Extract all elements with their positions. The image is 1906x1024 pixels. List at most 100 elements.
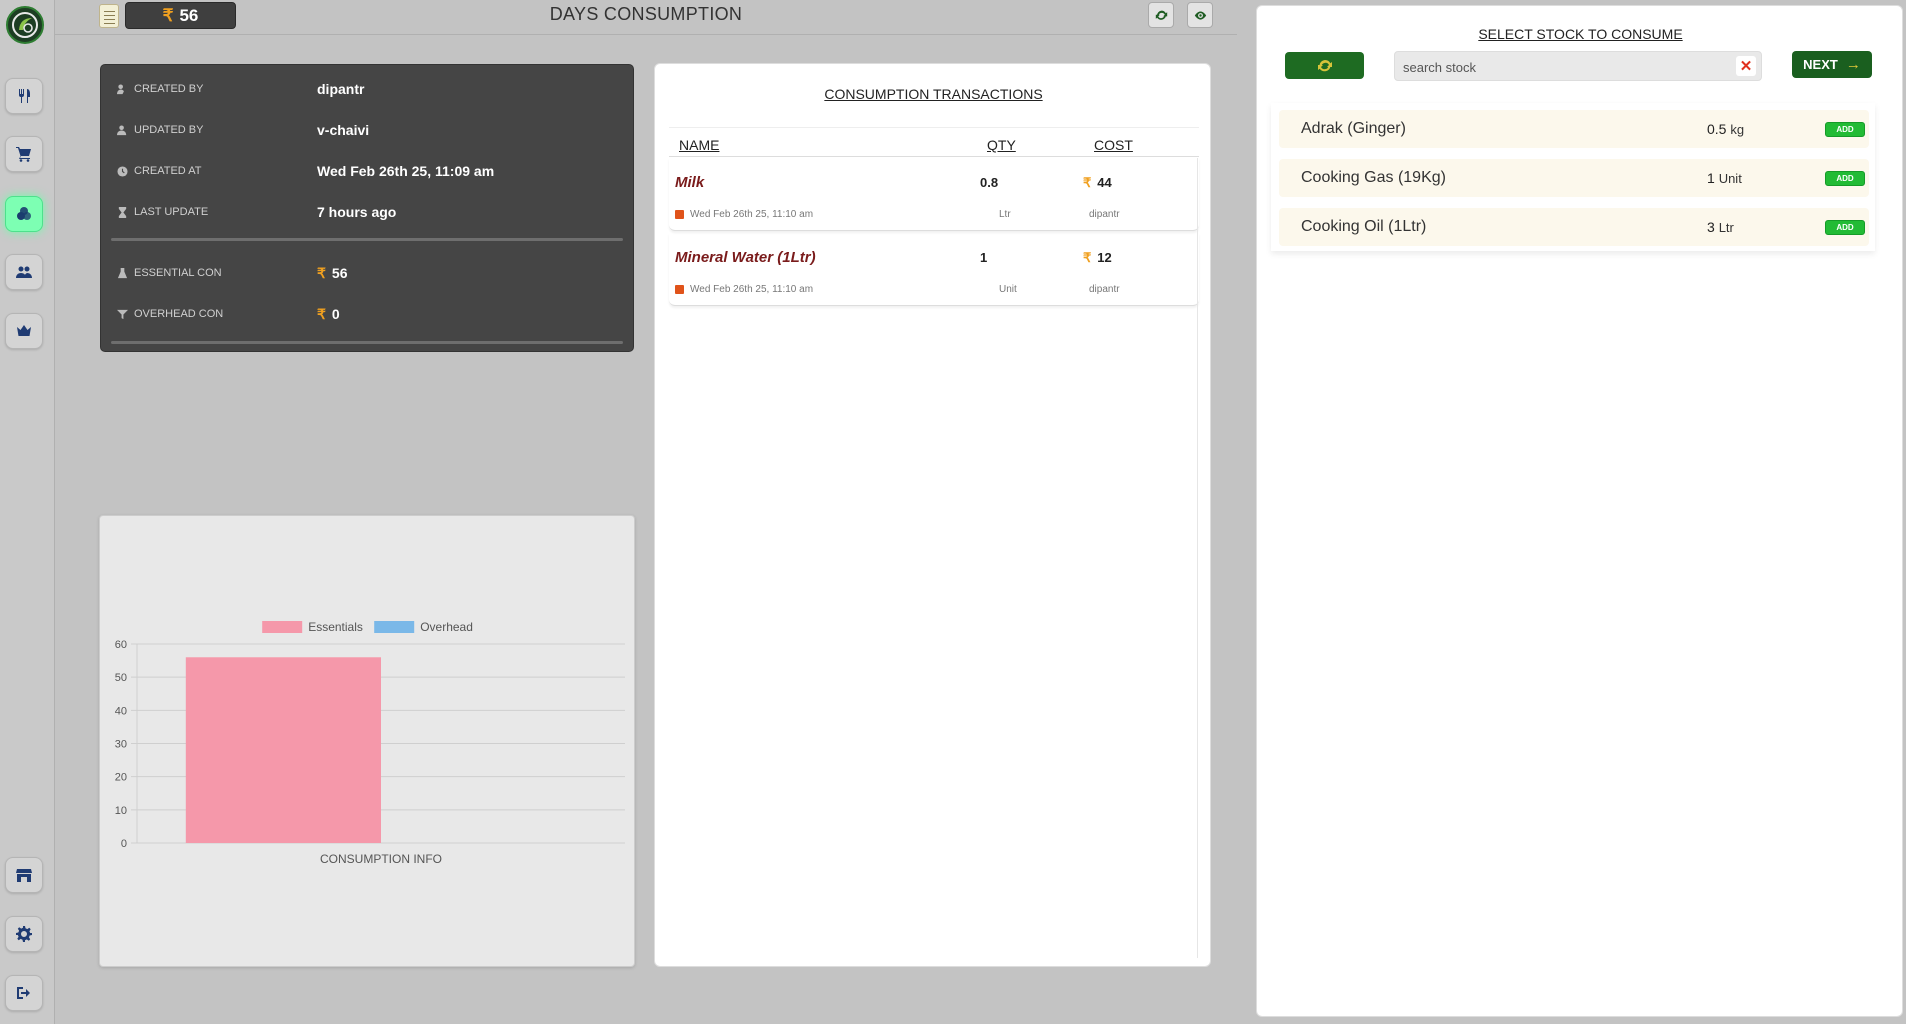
sidebar-item-consumption[interactable] [5,196,43,232]
stock-title: SELECT STOCK TO CONSUME [1478,26,1683,42]
add-stock-button[interactable]: ADD [1825,220,1865,235]
y-tick-label: 60 [115,639,127,651]
restaurant-icon [19,89,30,103]
created-by-value: dipantr [317,81,365,97]
stock-qty: 1 [1707,170,1715,186]
stock-name: Cooking Oil (1Ltr) [1301,218,1427,235]
transaction-row[interactable]: Milk 0.8 ₹44 Wed Feb 26th 25, 11:10 am L… [669,158,1199,231]
transaction-name: Mineral Water (1Ltr) [675,249,816,266]
y-tick-label: 10 [115,805,127,817]
legend-swatch [262,621,303,633]
created-at-value: Wed Feb 26th 25, 11:09 am [317,163,495,179]
sidebar-item-settings[interactable] [5,916,43,952]
transaction-date: Wed Feb 26th 25, 11:10 am [690,284,814,295]
app-logo[interactable] [6,6,44,44]
store-icon [16,869,32,882]
logout-icon [17,987,30,999]
y-tick-label: 30 [115,739,127,751]
updated-by-row: UPDATED BY v-chaivi [117,120,617,140]
logo-icon [12,12,38,38]
stock-list: Adrak (Ginger) 0.5 kg ADD Cooking Gas (1… [1271,103,1875,251]
essential-con-row: ESSENTIAL CON ₹56 [117,263,617,283]
stock-unit: kg [1730,122,1745,137]
essential-con-value: 56 [331,265,348,281]
refresh-button[interactable] [1148,2,1174,28]
flask-icon [117,267,128,278]
sidebar-item-store[interactable] [5,857,43,893]
clear-search-button[interactable]: ✕ [1736,56,1756,76]
calendar-icon [675,285,684,294]
eye-icon [1194,10,1206,20]
consumption-chart: 0 10 20 30 40 50 60 CONSUMPTION INFO Essentials O… [115,620,625,866]
bar-essentials [185,657,381,843]
stock-unit: Unit [1718,171,1742,186]
scrollbar[interactable] [1197,158,1198,958]
updated-by-value: v-chaivi [317,122,370,138]
add-stock-button[interactable]: ADD [1825,122,1865,137]
col-name[interactable]: NAME [679,137,719,153]
stock-item[interactable]: Cooking Gas (19Kg) 1 Unit ADD [1279,159,1869,197]
calendar-icon [675,210,684,219]
transactions-card: CONSUMPTION TRANSACTIONS NAME QTY COST M… [654,63,1211,967]
col-cost[interactable]: COST [1094,137,1133,153]
stock-panel: SELECT STOCK TO CONSUME ✕ NEXT → Adrak (… [1256,5,1903,1017]
search-box: ✕ [1394,51,1762,81]
last-update-row: LAST UPDATE 7 hours ago [117,202,617,222]
next-label: NEXT [1803,57,1838,72]
sidebar-item-premium[interactable] [5,313,43,349]
x-tick-label: CONSUMPTION INFO [320,852,442,866]
created-at-label: CREATED AT [134,165,202,177]
stock-refresh-button[interactable] [1285,52,1364,79]
consumption-chart-card: 0 10 20 30 40 50 60 CONSUMPTION INFO Essentials O… [99,515,635,967]
consumption-info-card: CREATED BY dipantr UPDATED BY v-chaivi C… [100,64,634,352]
transaction-qty: 0.8 [980,175,999,190]
refresh-icon [1317,59,1332,71]
users-icon [16,266,32,278]
col-qty[interactable]: QTY [987,137,1016,153]
view-button[interactable] [1187,2,1213,28]
transactions-header: NAME QTY COST [669,127,1199,157]
overhead-con-value: 0 [331,306,340,322]
transaction-row[interactable]: Mineral Water (1Ltr) 1 ₹12 Wed Feb 26th … [669,233,1199,306]
divider [111,238,623,241]
created-by-label: CREATED BY [134,83,204,95]
page-header: ₹ 56 DAYS CONSUMPTION [55,0,1237,35]
add-stock-button[interactable]: ADD [1825,171,1865,186]
y-tick-label: 50 [115,672,127,684]
rupee-icon: ₹ [1083,175,1092,190]
transaction-name: Milk [675,174,705,191]
sidebar-item-logout[interactable] [5,975,43,1011]
user-edit-icon [117,83,124,94]
filter-icon [117,309,128,319]
search-input[interactable] [1403,58,1723,76]
transactions-title: CONSUMPTION TRANSACTIONS [824,86,1043,102]
updated-by-label: UPDATED BY [134,124,204,136]
transaction-qty: 1 [980,250,988,265]
close-icon: ✕ [1739,58,1753,75]
stock-item[interactable]: Cooking Oil (1Ltr) 3 Ltr ADD [1279,208,1869,246]
stock-unit: Ltr [1718,220,1734,235]
next-button[interactable]: NEXT → [1792,51,1872,78]
stock-qty: 0.5 [1707,121,1727,137]
stock-item[interactable]: Adrak (Ginger) 0.5 kg ADD [1279,110,1869,148]
hourglass-icon [118,206,127,218]
overhead-con-label: OVERHEAD CON [134,308,224,320]
y-tick-label: 40 [115,705,127,717]
sidebar-item-staff[interactable] [5,254,43,290]
consumption-icon [17,207,31,220]
legend-label: Essentials [308,620,363,634]
sidebar-item-purchase[interactable] [5,136,43,172]
sidebar-item-menu[interactable] [5,78,43,114]
last-update-value: 7 hours ago [317,204,397,220]
sidebar [0,0,55,1024]
clock-icon [117,165,128,177]
arrow-right-icon: → [1845,56,1861,73]
y-tick-label: 20 [115,772,127,784]
transaction-cost: 12 [1097,250,1112,265]
transaction-date: Wed Feb 26th 25, 11:10 am [690,209,814,220]
transaction-unit: Ltr [999,209,1011,220]
cart-icon [16,147,31,162]
transaction-user: dipantr [1089,209,1120,220]
y-tick-label: 0 [121,838,127,850]
legend-label: Overhead [420,620,473,634]
